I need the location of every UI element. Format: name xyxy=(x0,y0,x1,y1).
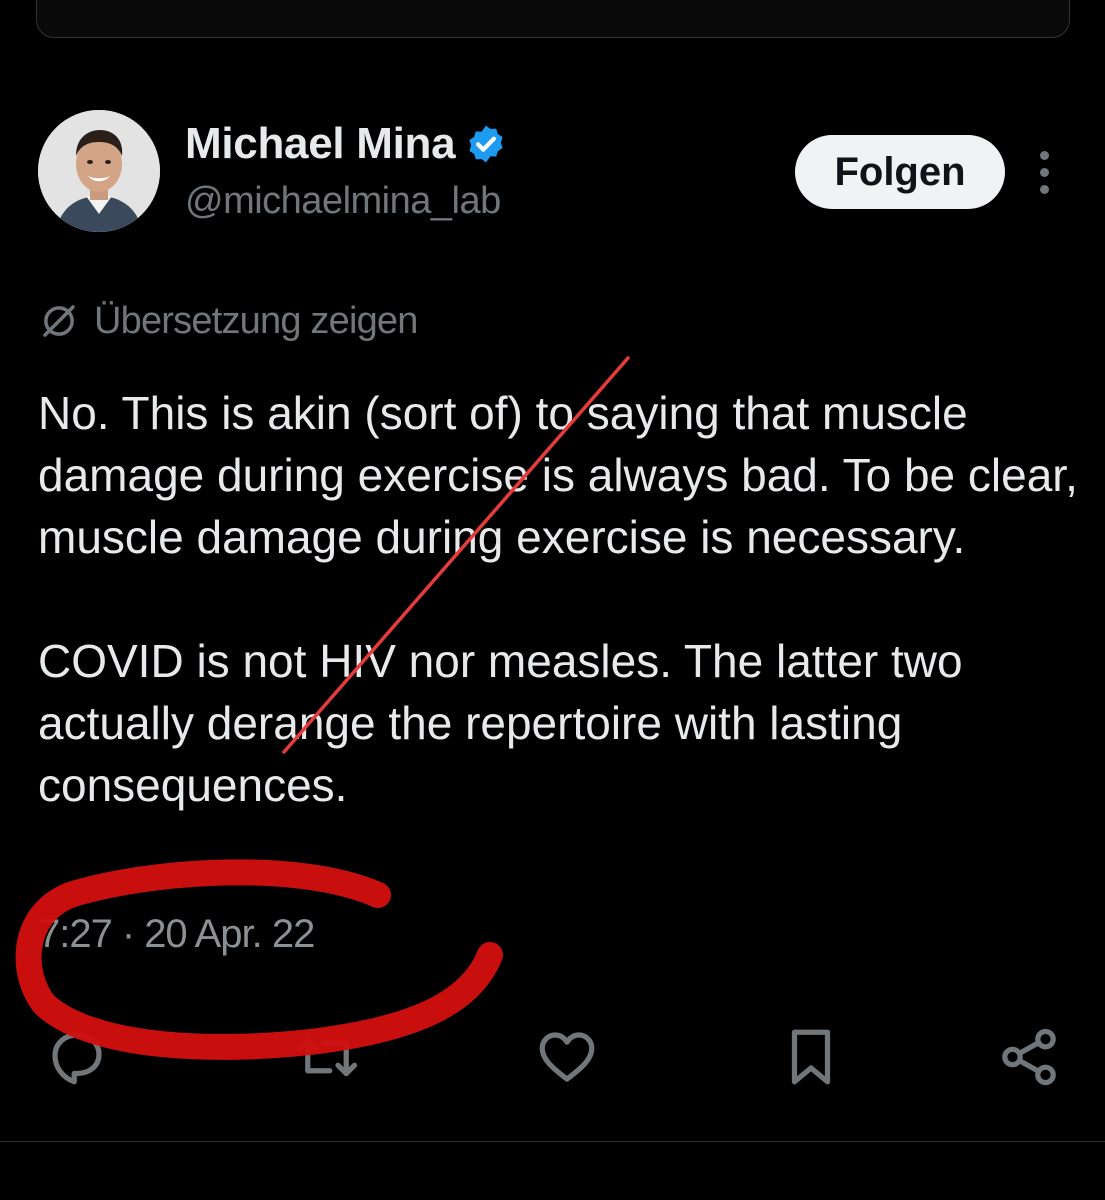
avatar[interactable] xyxy=(38,110,160,232)
more-vertical-icon-dot xyxy=(1039,184,1049,194)
like-button[interactable] xyxy=(532,1020,602,1094)
display-name[interactable]: Michael Mina xyxy=(185,119,456,169)
show-translation-label: Übersetzung zeigen xyxy=(94,299,418,342)
avatar-photo xyxy=(38,110,160,232)
bookmark-icon xyxy=(791,1029,831,1085)
tweet-timestamp[interactable]: 7:27 · 20 Apr. 22 xyxy=(38,912,315,957)
more-vertical-icon xyxy=(1039,150,1049,160)
heart-icon xyxy=(539,1032,595,1082)
bookmark-button[interactable] xyxy=(776,1020,846,1094)
reply-button[interactable] xyxy=(42,1020,112,1094)
show-translation-link[interactable]: Übersetzung zeigen xyxy=(38,296,418,346)
more-options-button[interactable] xyxy=(1026,148,1062,196)
tweet-time: 7:27 xyxy=(38,912,113,956)
author-name-row: Michael Mina xyxy=(185,116,507,172)
tweet-paragraph: No. This is akin (sort of) to saying tha… xyxy=(38,387,1078,563)
share-button[interactable] xyxy=(994,1020,1064,1094)
follow-button[interactable]: Folgen xyxy=(795,135,1005,209)
tweet-date: 20 Apr. 22 xyxy=(144,912,315,956)
previous-card xyxy=(36,0,1070,38)
author-handle[interactable]: @michaelmina_lab xyxy=(185,180,501,223)
retweet-button[interactable] xyxy=(292,1020,362,1094)
reply-icon xyxy=(52,1032,102,1085)
tweet-text: No. This is akin (sort of) to saying tha… xyxy=(38,382,1078,816)
tweet-paragraph: COVID is not HIV nor measles. The latter… xyxy=(38,635,963,811)
translate-icon xyxy=(43,305,75,337)
tweet-action-bar xyxy=(0,1020,1105,1100)
timestamp-separator: · xyxy=(121,912,135,956)
verified-badge-icon xyxy=(469,125,503,163)
share-icon xyxy=(1002,1028,1056,1086)
divider xyxy=(0,1141,1105,1142)
retweet-icon xyxy=(296,1037,358,1077)
more-vertical-icon-dot xyxy=(1039,167,1049,177)
